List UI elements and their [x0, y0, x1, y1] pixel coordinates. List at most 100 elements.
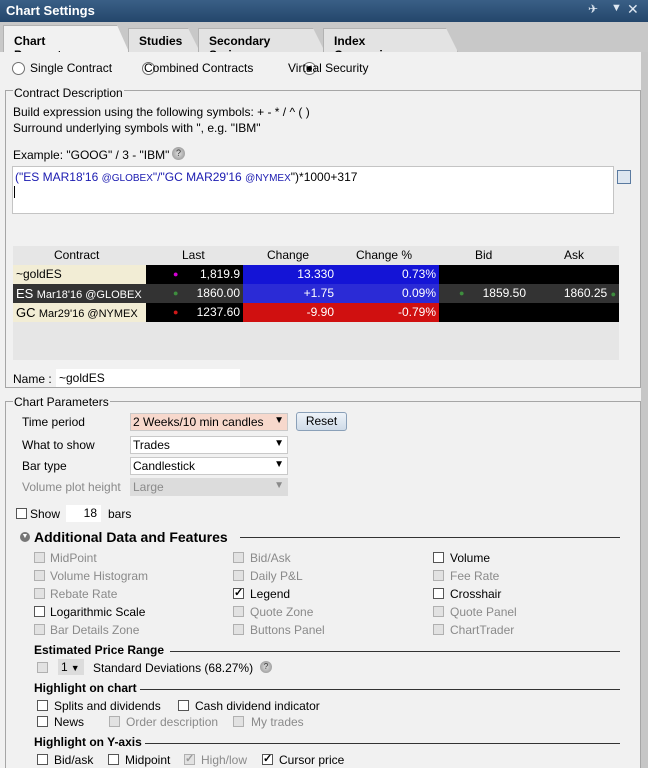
- cell-change-pct: 0.09%: [337, 284, 439, 303]
- legend-label: Legend: [250, 587, 291, 601]
- volume-height-label: Volume plot height: [22, 480, 121, 494]
- help-icon[interactable]: ?: [172, 147, 185, 160]
- tab-bar: Chart Parameters Studies Secondary Serie…: [0, 22, 648, 52]
- cell-change: 13.330: [243, 265, 337, 284]
- news-checkbox[interactable]: [37, 716, 48, 727]
- cell-change: +1.75: [243, 284, 337, 303]
- expr-exchange-globex: @GLOBEX: [101, 173, 153, 184]
- instructions-line2: Surround underlying symbols with ", e.g.…: [13, 121, 261, 135]
- bar-type-select[interactable]: Candlestick ▼: [130, 457, 288, 475]
- tab-studies[interactable]: Studies: [128, 28, 200, 52]
- cell-bid: ● 1859.50: [439, 284, 529, 303]
- cursor-price-label: Cursor price: [279, 753, 345, 767]
- volume-histogram-checkbox[interactable]: [34, 570, 45, 581]
- tab-secondary-series[interactable]: Secondary Series: [198, 28, 325, 52]
- price-range-checkbox[interactable]: [37, 662, 48, 673]
- my-trades-checkbox[interactable]: [233, 716, 244, 727]
- news-label: News: [54, 715, 85, 729]
- dot-icon: ●: [173, 269, 179, 279]
- chart-trader-checkbox[interactable]: [433, 624, 444, 635]
- reset-button[interactable]: Reset: [296, 412, 347, 431]
- midpoint-y-label: Midpoint: [125, 753, 171, 767]
- what-to-show-select[interactable]: Trades ▼: [130, 436, 288, 454]
- show-bars-checkbox[interactable]: [16, 508, 27, 519]
- col-bid: Bid: [475, 248, 493, 262]
- quote-zone-label: Quote Zone: [250, 605, 314, 619]
- std-dev-spinner[interactable]: 1 ▼: [58, 659, 84, 675]
- order-description-checkbox[interactable]: [109, 716, 120, 727]
- cell-bid-ask: [439, 303, 619, 322]
- pin-icon[interactable]: ✈: [588, 2, 598, 16]
- tab-chart-parameters[interactable]: Chart Parameters: [3, 25, 129, 52]
- cell-change-pct: -0.79%: [337, 303, 439, 322]
- cell-ask: 1860.25 ●: [529, 284, 619, 303]
- high-low-y-label: High/low: [201, 753, 248, 767]
- scrollbar[interactable]: [641, 52, 648, 768]
- cell-contract: ~goldES: [13, 265, 146, 284]
- my-trades-label: My trades: [251, 715, 304, 729]
- midpoint-checkbox[interactable]: [34, 552, 45, 563]
- divider: [240, 537, 620, 538]
- legend-checkbox[interactable]: [233, 586, 244, 599]
- table-header: Contract Last Change Change % Bid Ask: [13, 246, 619, 265]
- daily-pnl-checkbox[interactable]: [233, 570, 244, 581]
- highlight-y-heading: Highlight on Y-axis: [34, 735, 142, 749]
- bar-details-zone-checkbox[interactable]: [34, 624, 45, 635]
- bid-ask-label: Bid/Ask: [250, 551, 291, 565]
- volume-label: Volume: [450, 551, 491, 565]
- volume-checkbox[interactable]: [433, 552, 444, 563]
- fee-rate-checkbox[interactable]: [433, 570, 444, 581]
- expr-part-formula: ")*1000+317: [290, 170, 358, 184]
- volume-height-select[interactable]: Large ▼: [130, 478, 288, 496]
- show-label: Show: [30, 507, 61, 521]
- what-to-show-label: What to show: [22, 438, 95, 452]
- quote-panel-checkbox[interactable]: [433, 606, 444, 617]
- high-low-y-checkbox[interactable]: [184, 752, 195, 765]
- cell-change: -9.90: [243, 303, 337, 322]
- midpoint-y-checkbox[interactable]: [108, 754, 119, 765]
- chevron-down-icon[interactable]: ▼: [611, 2, 622, 14]
- cursor-price-checkbox[interactable]: [262, 752, 273, 765]
- table-row[interactable]: GC Mar29'16 @NYMEX ● 1237.60 -9.90 -0.79%: [13, 303, 619, 322]
- col-change: Change: [267, 248, 310, 262]
- bid-ask-checkbox[interactable]: [233, 552, 244, 563]
- buttons-panel-checkbox[interactable]: [233, 624, 244, 635]
- table-row[interactable]: ~goldES ● 1,819.9 13.330 0.73%: [13, 265, 619, 284]
- expression-input[interactable]: ("ES MAR18'16 @GLOBEX"/"GC MAR29'16 @NYM…: [12, 166, 614, 214]
- divider: [140, 689, 620, 690]
- crosshair-checkbox[interactable]: [433, 588, 444, 599]
- dot-icon: ●: [610, 289, 616, 299]
- single-contract-label: Single Contract: [30, 61, 113, 75]
- rebate-rate-checkbox[interactable]: [34, 588, 45, 599]
- logarithmic-scale-label: Logarithmic Scale: [50, 605, 146, 619]
- midpoint-label: MidPoint: [50, 551, 97, 565]
- order-description-label: Order description: [126, 715, 219, 729]
- tab-index-comparisons[interactable]: Index Comparisons: [323, 28, 458, 52]
- bid-ask-y-checkbox[interactable]: [37, 754, 48, 765]
- dot-icon: ●: [173, 307, 179, 317]
- cash-dividend-label: Cash dividend indicator: [195, 699, 320, 713]
- splits-checkbox[interactable]: [37, 700, 48, 711]
- logarithmic-scale-checkbox[interactable]: [34, 606, 45, 617]
- quote-zone-checkbox[interactable]: [233, 606, 244, 617]
- time-period-label: Time period: [22, 415, 85, 429]
- divider: [170, 651, 620, 652]
- expr-exchange-nymex: @NYMEX: [245, 173, 291, 184]
- combined-contracts-label: Combined Contracts: [144, 61, 254, 75]
- cell-last: ● 1,819.9: [146, 265, 243, 284]
- collapse-icon[interactable]: ▼: [20, 532, 30, 542]
- text-cursor: [14, 186, 15, 198]
- col-ask: Ask: [564, 248, 585, 262]
- title-bar: Chart Settings ✈ ▼ ✕: [0, 0, 648, 22]
- instructions-line1: Build expression using the following sym…: [13, 105, 310, 119]
- bars-count-input[interactable]: 18: [66, 505, 101, 522]
- chevron-down-icon: ▼: [274, 459, 284, 470]
- time-period-select[interactable]: 2 Weeks/10 min candles ▼: [130, 413, 288, 431]
- contract-description-heading: Contract Description: [13, 86, 124, 100]
- table-row[interactable]: ES Mar18'16 @GLOBEX ● 1860.00 +1.75 0.09%…: [13, 284, 619, 303]
- name-input[interactable]: ~goldES: [56, 369, 240, 387]
- cash-dividend-checkbox[interactable]: [178, 700, 189, 711]
- close-icon[interactable]: ✕: [627, 1, 639, 18]
- document-icon[interactable]: [617, 170, 631, 184]
- help-icon[interactable]: ?: [260, 661, 272, 673]
